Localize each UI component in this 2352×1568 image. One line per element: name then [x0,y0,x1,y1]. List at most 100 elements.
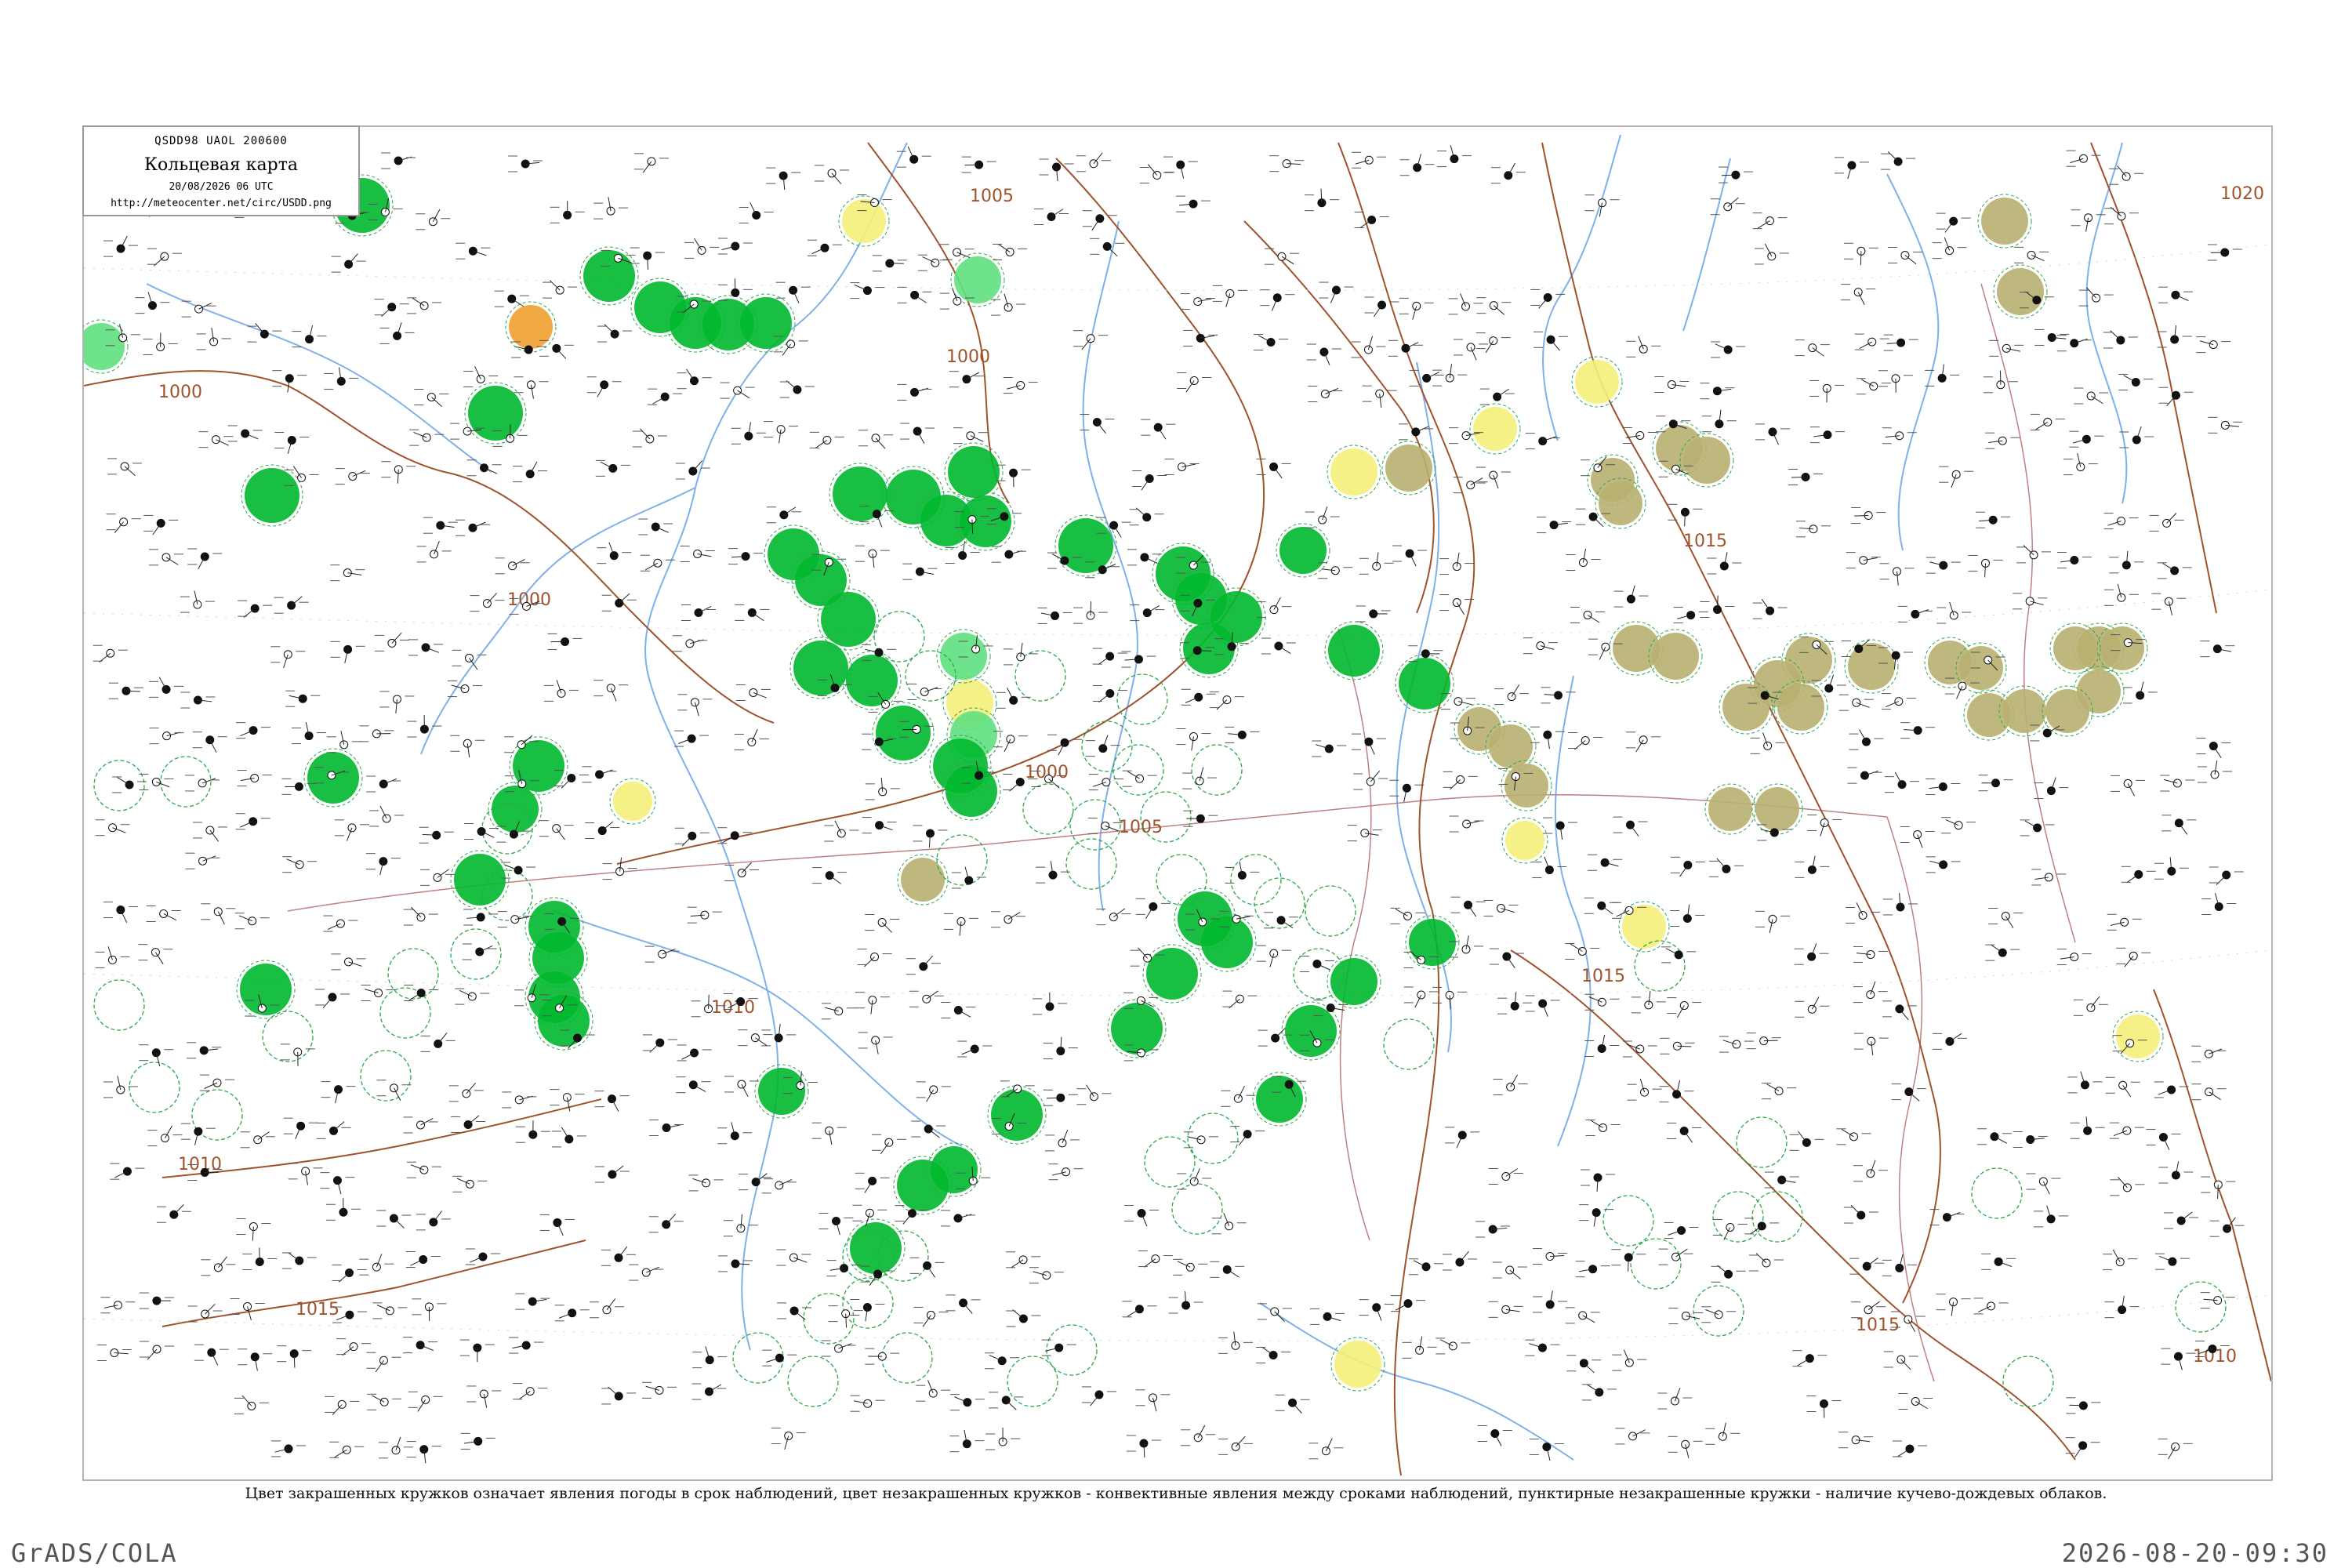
cumulonimbus-ring [93,760,145,811]
wind-barb [829,875,841,884]
wind-barb [333,1121,345,1131]
cumulonimbus-ring [2175,1281,2227,1333]
map-source-url[interactable]: http://meteocenter.net/circ/USDD.png [84,198,358,209]
wind-barb [1090,1394,1100,1406]
weather-circle [1473,407,1517,451]
weather-circle [2053,626,2097,670]
weather-circle [740,297,792,349]
weather-circle [1201,916,1253,968]
weather-circle [1183,622,1235,674]
wind-barb [433,1210,443,1223]
station-marker [151,777,161,786]
wind-barb [348,253,358,265]
isobar-label: 1015 [1856,1316,1900,1335]
weather-circle [454,854,506,906]
wind-barb [173,1204,184,1215]
cumulonimbus-ring [1171,1183,1223,1235]
cumulonimbus-ring [1046,1324,1098,1376]
station-marker [1413,163,1422,172]
wind-barb [257,1131,270,1141]
wind-barb [1601,905,1613,915]
station-marker [212,1078,222,1087]
cumulonimbus-ring [842,1277,894,1329]
wind-barb [152,523,162,535]
wind-barb [881,922,893,933]
station-marker [1095,214,1105,223]
wind-barb [2216,874,2227,886]
cumulonimbus-ring [1630,1238,1682,1290]
wind-barb [681,835,693,847]
cumulonimbus-ring [1116,673,1168,725]
station-marker [205,826,215,835]
cumulonimbus-ring [1112,744,1164,796]
cumulonimbus-ring [1305,885,1356,937]
station-marker [1767,252,1777,261]
wind-barb [561,778,572,789]
wind-barb [902,1213,913,1225]
weather-circle [1330,958,1377,1005]
wind-barb [1468,904,1477,917]
station-marker [1005,247,1014,256]
isobar-line [162,1098,602,1178]
wind-barb [1991,944,2003,953]
wind-barb [1261,1346,1274,1356]
isobar-line [84,370,445,473]
station-marker [1628,1432,1638,1441]
wind-barb [1275,1028,1286,1039]
wind-barb [1373,304,1382,318]
wind-barb [1147,164,1158,176]
station-marker [1145,474,1154,484]
wind-barb [606,1298,616,1311]
station-marker [1092,417,1102,426]
weather-circle [1981,198,2028,245]
footer-software-credit: GrADS/COLA [11,1538,178,1568]
cumulonimbus-ring [787,1356,839,1407]
cumulonimbus-ring [129,1062,180,1113]
station-marker [2032,296,2042,305]
station-marker [1853,288,1863,297]
isobar-line [1808,1224,2076,1461]
wind-barb [287,1252,300,1261]
cumulonimbus-ring [1156,854,1207,906]
wind-barb [410,906,422,918]
weather-circle [1505,821,1544,860]
station-marker [1176,160,1185,169]
isobar-line [2153,989,2271,1382]
cumulonimbus-ring [1751,1191,1803,1243]
weather-circle [1683,437,1730,484]
wind-barb [1763,1040,1778,1042]
cumulonimbus-ring [1736,1116,1788,1168]
station-marker [479,1389,488,1399]
isobar-label: 1010 [178,1155,222,1174]
wind-barb [2090,996,2100,1008]
station-marker [868,1176,877,1185]
weather-circle [758,1068,805,1115]
isobar-line [616,722,1104,865]
wind-barb [487,593,498,604]
weather-circle [245,468,299,523]
wind-barb [1238,1134,1248,1146]
map-datetime: 20/08/2026 06 UTC [169,181,274,193]
wind-barb [923,955,934,967]
wind-barb [755,1037,768,1047]
isobar-label: 1010 [711,998,755,1018]
wind-barb [375,1359,384,1373]
wind-barb [618,1246,628,1258]
wind-barb [640,428,651,440]
graticule-layer [84,244,2271,1341]
wind-barb [209,829,220,842]
weather-circle [946,765,997,817]
wind-barb [2117,165,2127,177]
station-marker [2043,417,2053,426]
wind-barb [1185,380,1195,393]
isobar-line [1243,220,1435,614]
wind-barb [147,1348,158,1360]
cumulonimbus-ring [93,979,145,1031]
wind-barb [293,1353,296,1368]
wind-barb [1459,1250,1469,1263]
isobar-line [162,1240,586,1327]
weather-circle [1722,684,1769,731]
weather-circle [1058,518,1113,573]
wind-barb [322,996,333,1008]
weather-circle [1613,625,1660,672]
